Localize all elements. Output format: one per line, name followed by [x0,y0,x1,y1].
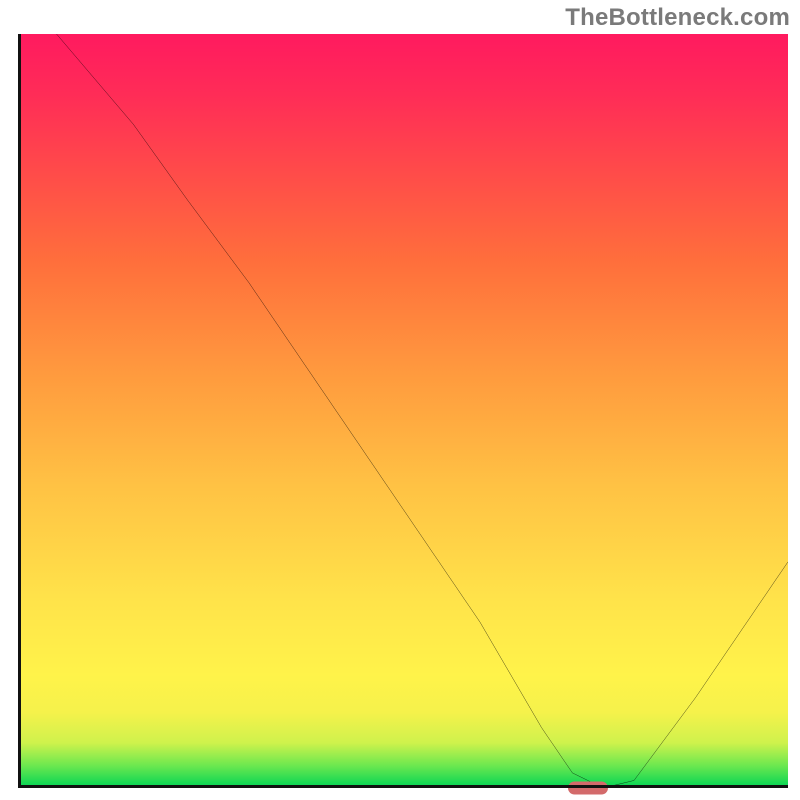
watermark-text: TheBottleneck.com [565,4,790,32]
chart-container: TheBottleneck.com [0,0,800,800]
sweet-spot-marker [568,782,608,795]
bottleneck-curve [57,34,789,788]
plot-area [18,34,788,788]
curve-layer [18,34,788,788]
